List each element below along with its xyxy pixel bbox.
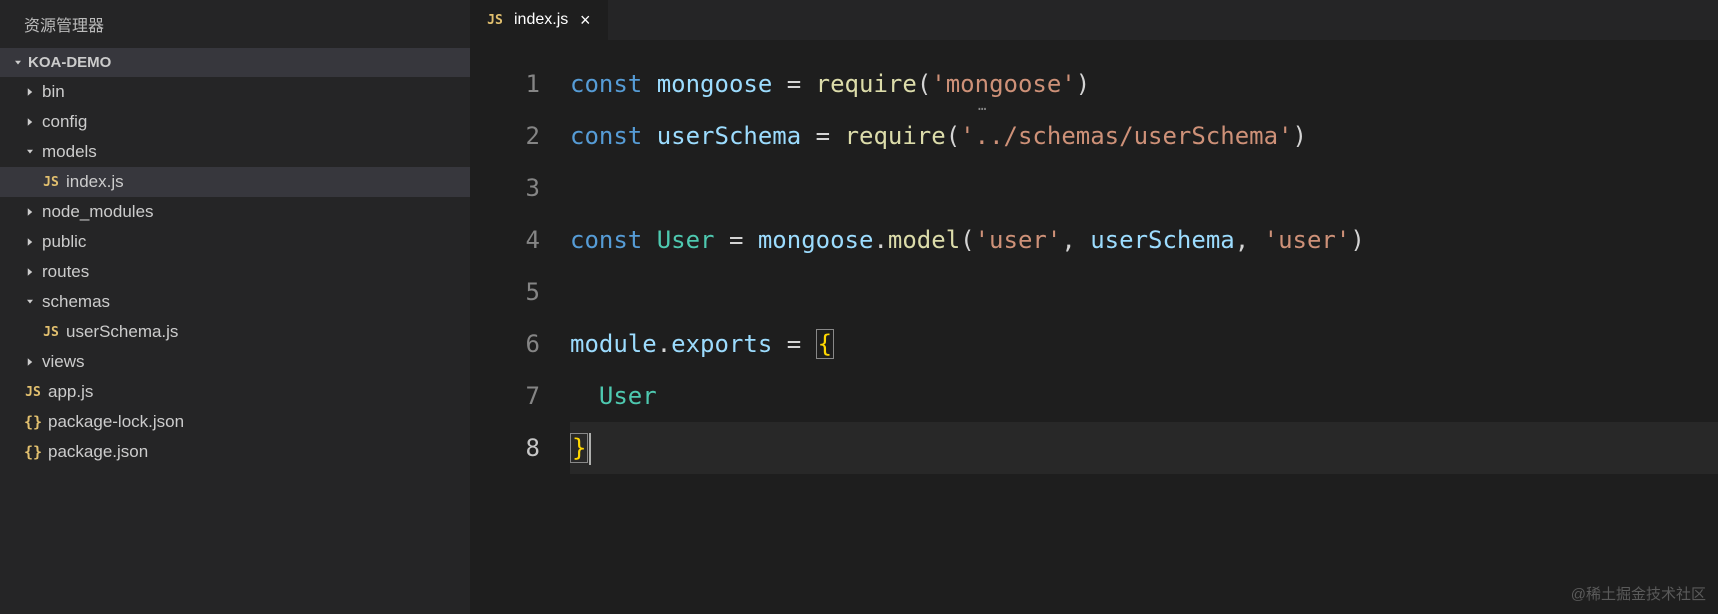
chevron-right-icon <box>22 354 38 370</box>
chevron-right-icon <box>22 234 38 250</box>
line-gutter: 12345678 <box>470 58 570 614</box>
tree-item-label: node_modules <box>42 202 154 222</box>
tree-item-label: app.js <box>48 382 93 402</box>
chevron-down-icon <box>22 294 38 310</box>
chevron-right-icon <box>22 84 38 100</box>
folder-item[interactable]: config <box>0 107 470 137</box>
tab-label: index.js <box>514 11 568 29</box>
json-icon: {} <box>22 443 44 461</box>
line-number: 7 <box>470 370 540 422</box>
tree-item-label: schemas <box>42 292 110 312</box>
line-number: 1 <box>470 58 540 110</box>
code-line[interactable]: module.exports = { <box>570 318 1718 370</box>
close-icon[interactable]: × <box>576 11 594 29</box>
folder-item[interactable]: public <box>0 227 470 257</box>
tree-item-label: models <box>42 142 97 162</box>
tree-item-label: bin <box>42 82 65 102</box>
code-line[interactable]: const userSchema = require('../schemas/u… <box>570 110 1718 162</box>
root-folder-label: KOA-DEMO <box>28 54 111 71</box>
tree-item-label: userSchema.js <box>66 322 178 342</box>
folder-item[interactable]: views <box>0 347 470 377</box>
tree-item-label: package.json <box>48 442 148 462</box>
tree-item-label: routes <box>42 262 89 282</box>
line-number: 4 <box>470 214 540 266</box>
chevron-down-icon <box>22 144 38 160</box>
tree-item-label: package-lock.json <box>48 412 184 432</box>
js-icon: JS <box>40 325 62 340</box>
line-number: 3 <box>470 162 540 214</box>
chevron-right-icon <box>22 264 38 280</box>
tree-item-label: index.js <box>66 172 124 192</box>
line-number: 8 <box>470 422 540 474</box>
js-icon: JS <box>22 385 44 400</box>
line-number: 2 <box>470 110 540 162</box>
folder-item[interactable]: models <box>0 137 470 167</box>
code-line[interactable]: const mongoose = require('mongoose') <box>570 58 1718 110</box>
code-line[interactable] <box>570 266 1718 318</box>
tab-index-js[interactable]: JS index.js × <box>470 0 608 40</box>
tree-item-label: public <box>42 232 86 252</box>
line-number: 6 <box>470 318 540 370</box>
file-item[interactable]: JS app.js <box>0 377 470 407</box>
ellipsis-hint: … <box>978 98 986 114</box>
folder-item[interactable]: schemas <box>0 287 470 317</box>
file-item[interactable]: JS index.js <box>0 167 470 197</box>
watermark: @稀土掘金技术社区 <box>1571 583 1706 604</box>
code-content[interactable]: const mongoose = require('mongoose')cons… <box>570 58 1718 614</box>
folder-item[interactable]: routes <box>0 257 470 287</box>
explorer-title: 资源管理器 <box>0 0 470 48</box>
chevron-down-icon <box>10 55 26 71</box>
folder-item[interactable]: node_modules <box>0 197 470 227</box>
chevron-right-icon <box>22 204 38 220</box>
code-line[interactable] <box>570 162 1718 214</box>
file-item[interactable]: {}package.json <box>0 437 470 467</box>
file-item[interactable]: {}package-lock.json <box>0 407 470 437</box>
code-line[interactable]: } <box>570 422 1718 474</box>
editor-body[interactable]: 12345678 const mongoose = require('mongo… <box>470 40 1718 614</box>
code-line[interactable]: const User = mongoose.model('user', user… <box>570 214 1718 266</box>
tree-item-label: config <box>42 112 87 132</box>
editor-area: JS index.js × 12345678 const mongoose = … <box>470 0 1718 614</box>
tab-bar: JS index.js × <box>470 0 1718 40</box>
tree-item-label: views <box>42 352 85 372</box>
folder-item[interactable]: bin <box>0 77 470 107</box>
js-icon: JS <box>484 13 506 28</box>
code-line[interactable]: User <box>570 370 1718 422</box>
root-folder[interactable]: KOA-DEMO <box>0 48 470 77</box>
chevron-right-icon <box>22 114 38 130</box>
js-icon: JS <box>40 175 62 190</box>
json-icon: {} <box>22 413 44 431</box>
text-cursor <box>589 433 591 465</box>
line-number: 5 <box>470 266 540 318</box>
file-tree: bin config models JS index.js node_modulespub… <box>0 77 470 614</box>
explorer-sidebar: 资源管理器 KOA-DEMO bin config models JS index.js… <box>0 0 470 614</box>
file-item[interactable]: JS userSchema.js <box>0 317 470 347</box>
